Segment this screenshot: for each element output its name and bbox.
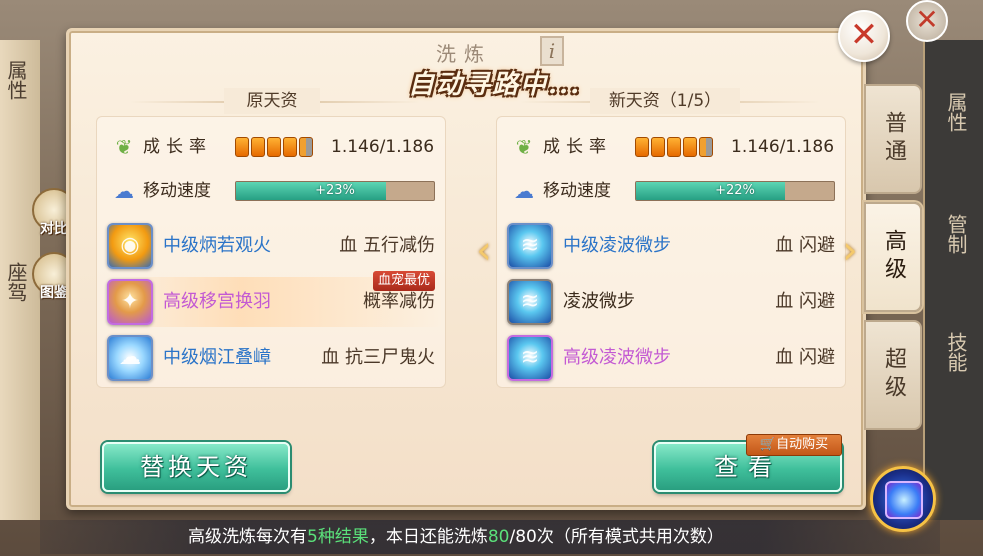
growth-rate-value: 1.146/1.186 <box>331 137 435 157</box>
tab-super[interactable]: 超级 <box>864 320 922 430</box>
skill-name: 高级凌波微步 <box>563 347 671 368</box>
tab-advanced[interactable]: 高级 <box>864 202 922 312</box>
growth-pip <box>251 137 265 157</box>
growth-rate-row: ❦ 成长率 1.146/1.186 <box>97 133 447 161</box>
bottom-info-middle: ，本日还能洗炼 <box>368 527 488 547</box>
growth-pip <box>267 137 281 157</box>
growth-pip <box>235 137 249 157</box>
tab-normal[interactable]: 普通 <box>864 84 922 194</box>
best-for-blood-pet-badge: 血宠最优 <box>372 271 435 291</box>
feather-glyph-icon: ✦ <box>120 289 140 314</box>
cloud-icon: ☁ <box>114 179 134 203</box>
move-speed-row: ☁ 移动速度 +22% <box>497 177 847 205</box>
growth-pip <box>683 137 697 157</box>
move-speed-label: 移动速度 <box>543 181 611 201</box>
auto-buy-badge[interactable]: 🛒自动购买 <box>746 434 842 456</box>
wave-glyph-icon: ≋ <box>520 289 540 314</box>
move-speed-bar-text: +23% <box>315 183 355 198</box>
background-right-skill-text: 技能 <box>944 332 968 372</box>
original-aptitude-panel: ❦ 成长率 1.146/1.186 ☁ 移动速度 +23% ◉ 中级炳若观火 血… <box>96 116 446 388</box>
new-aptitude-header: 新天资（1/5） <box>590 88 740 114</box>
skill-slot[interactable]: ☁ 中级烟江叠嶂 血 抗三尸鬼火 <box>105 333 441 383</box>
info-icon[interactable]: i <box>540 36 564 66</box>
wave-glyph-icon: ≋ <box>520 233 540 258</box>
new-aptitude-panel: ❦ 成长率 1.146/1.186 ☁ 移动速度 +22% ≋ 中级凌波微步 血… <box>496 116 846 388</box>
prev-result-arrow-icon[interactable]: ‹ <box>472 231 496 272</box>
leaf-icon: ❦ <box>115 135 133 159</box>
skill-slot[interactable]: ≋ 高级凌波微步 血 闪避 <box>505 333 841 383</box>
growth-pip <box>635 137 649 157</box>
background-attr-text: 属性 <box>4 60 28 100</box>
growth-pips <box>635 137 715 157</box>
wave-glyph-icon: ≋ <box>520 345 540 370</box>
growth-pip <box>299 137 313 157</box>
skill-effect: 血 闪避 <box>775 347 835 368</box>
cloud-mountain-icon: ☁ <box>107 335 153 381</box>
skill-name: 中级凌波微步 <box>563 235 671 256</box>
wave-step-icon: ≋ <box>507 279 553 325</box>
auto-buy-label: 自动购买 <box>776 437 829 452</box>
skill-name: 中级炳若观火 <box>163 235 271 256</box>
skill-slot-highlighted[interactable]: ✦ 高级移宫换羽 概率减伤 血宠最优 <box>105 271 441 327</box>
leaf-icon: ❦ <box>515 135 533 159</box>
bottom-info-text: 高级洗炼每次有5种结果，本日还能洗炼80/80次（所有模式共用次数） <box>188 524 724 550</box>
skill-name: 凌波微步 <box>563 291 635 312</box>
move-speed-bar-text: +22% <box>715 183 755 198</box>
skill-name: 中级烟江叠嶂 <box>163 347 271 368</box>
wave-step-icon: ≋ <box>507 223 553 269</box>
skill-name: 高级移宫换羽 <box>163 291 271 312</box>
growth-pip <box>667 137 681 157</box>
background-seat-text: 座驾 <box>4 262 28 302</box>
pet-skill-orb-icon[interactable] <box>870 466 936 532</box>
remaining-count-highlight: 80 <box>487 527 510 547</box>
skill-effect: 血 闪避 <box>775 235 835 256</box>
skill-effect: 血 五行减伤 <box>339 235 435 256</box>
eye-glyph-icon: ◉ <box>120 233 140 258</box>
background-right-control-text: 管制 <box>944 214 968 254</box>
phoenix-feather-icon: ✦ <box>107 279 153 325</box>
skill-effect: 血 闪避 <box>775 291 835 312</box>
bottom-info-suffix: /80次（所有模式共用次数） <box>509 527 724 547</box>
fire-eye-icon: ◉ <box>107 223 153 269</box>
growth-rate-value: 1.146/1.186 <box>731 137 835 157</box>
skill-slot[interactable]: ◉ 中级炳若观火 血 五行减伤 <box>105 221 441 271</box>
skill-slot[interactable]: ≋ 中级凌波微步 血 闪避 <box>505 221 841 271</box>
close-button[interactable]: ✕ <box>838 10 890 62</box>
cart-icon: 🛒 <box>759 437 777 452</box>
growth-rate-label: 成长率 <box>143 137 212 157</box>
move-speed-bar: +22% <box>635 181 835 201</box>
bottom-info-prefix: 高级洗炼每次有 <box>188 527 307 547</box>
skill-effect: 血 抗三尸鬼火 <box>321 347 435 368</box>
background-right-attr-text: 属性 <box>944 92 968 132</box>
growth-pip <box>283 137 297 157</box>
cloud-icon: ☁ <box>514 179 534 203</box>
original-aptitude-header: 原天资 <box>224 88 320 114</box>
result-count-highlight: 5种结果 <box>307 527 369 547</box>
next-result-arrow-icon[interactable]: › <box>838 231 862 272</box>
move-speed-bar: +23% <box>235 181 435 201</box>
growth-pips <box>235 137 315 157</box>
replace-aptitude-button[interactable]: 替换天资 <box>102 442 290 492</box>
wave-step-icon: ≋ <box>507 335 553 381</box>
background-close-icon[interactable]: ✕ <box>906 0 948 42</box>
growth-rate-label: 成长率 <box>543 137 612 157</box>
cloud-glyph-icon: ☁ <box>119 345 141 370</box>
growth-pip <box>699 137 713 157</box>
move-speed-label: 移动速度 <box>143 181 211 201</box>
pet-portrait-icon <box>885 481 923 519</box>
skill-slot[interactable]: ≋ 凌波微步 血 闪避 <box>505 277 841 327</box>
growth-pip <box>651 137 665 157</box>
move-speed-row: ☁ 移动速度 +23% <box>97 177 447 205</box>
growth-rate-row: ❦ 成长率 1.146/1.186 <box>497 133 847 161</box>
